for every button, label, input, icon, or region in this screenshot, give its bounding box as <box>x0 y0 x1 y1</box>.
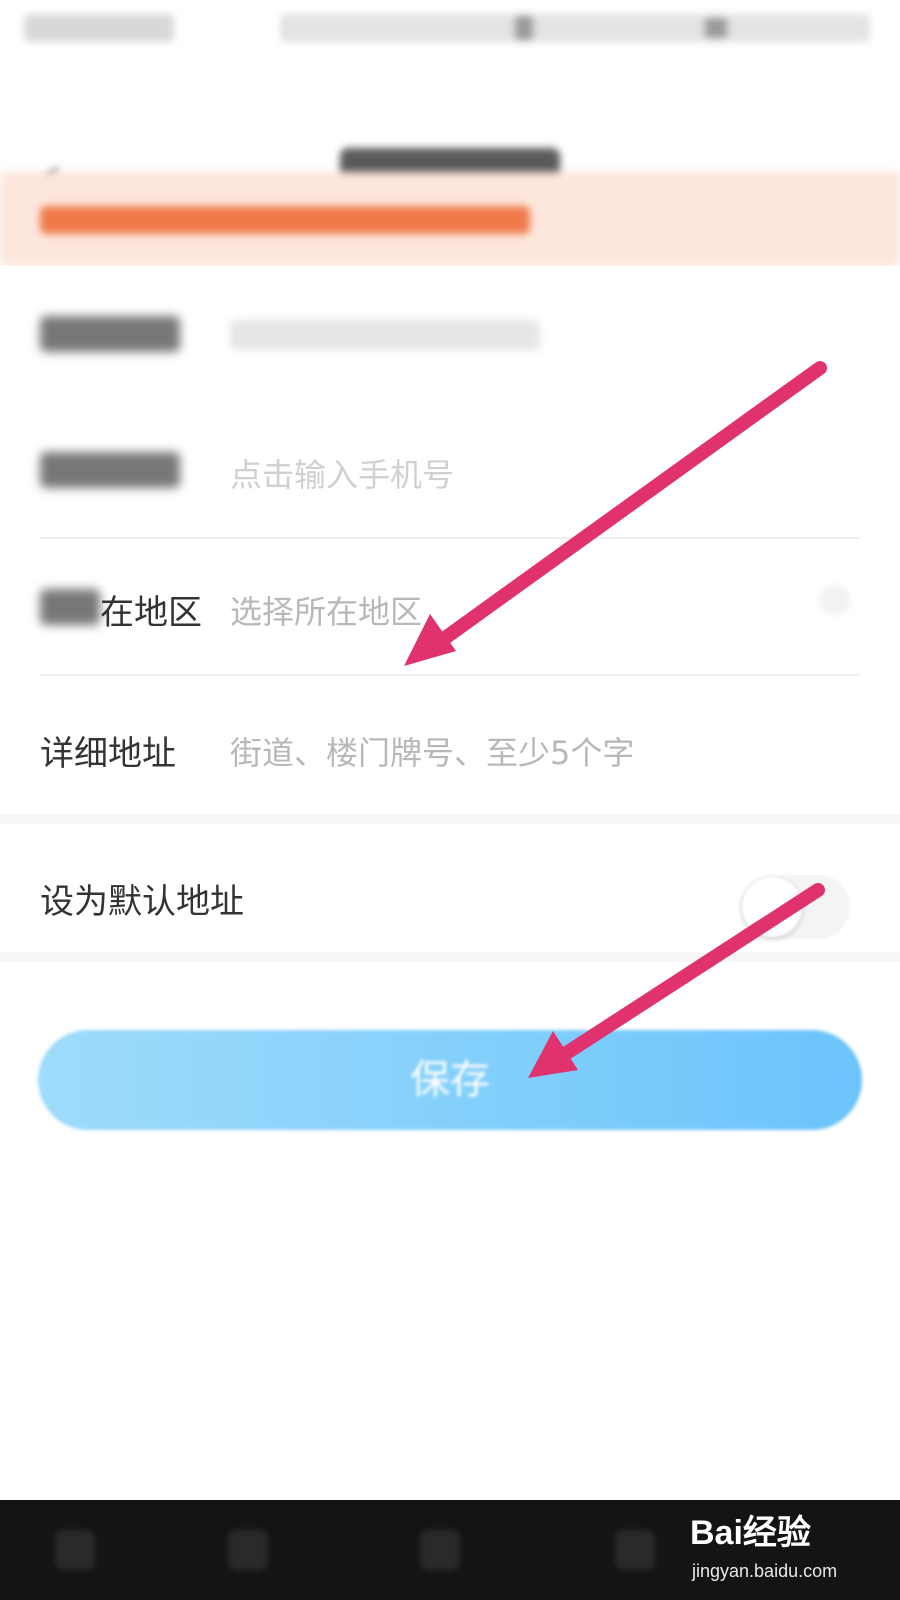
carrier-label <box>24 14 174 42</box>
notice-text <box>40 206 530 234</box>
section-gap <box>0 814 900 824</box>
nav-home-icon[interactable] <box>420 1530 460 1570</box>
default-address-label: 设为默认地址 <box>40 882 244 922</box>
watermark-domain: jingyan.baidu.com <box>692 1561 838 1581</box>
recipient-label <box>40 316 180 352</box>
watermark: Bai经验 jingyan.baidu.com <box>690 1505 890 1595</box>
phone-row[interactable]: 点击输入手机号 <box>0 402 900 538</box>
save-button[interactable]: 保存 <box>38 1030 862 1130</box>
nav-back-icon[interactable] <box>228 1530 268 1570</box>
address-row[interactable]: 详细地址 街道、楼门牌号、至少5个字 <box>0 676 900 814</box>
address-input[interactable]: 街道、楼门牌号、至少5个字 <box>230 728 634 774</box>
default-address-toggle[interactable] <box>740 875 850 939</box>
recipient-row[interactable] <box>0 266 900 402</box>
nav-recents-icon[interactable] <box>615 1530 655 1570</box>
region-label: 在地区 <box>100 593 202 633</box>
watermark-logo: Bai经验 <box>690 1514 811 1552</box>
address-label: 详细地址 <box>40 734 176 774</box>
signal-icon <box>515 16 533 40</box>
chevron-right-icon <box>820 585 850 615</box>
recipient-input[interactable] <box>230 320 540 350</box>
phone-input[interactable]: 点击输入手机号 <box>230 450 454 496</box>
region-row[interactable]: 在地区 选择所在地区 <box>0 539 900 675</box>
nav-bar: ‹ <box>0 60 900 208</box>
phone-label <box>40 452 180 488</box>
notice-banner <box>0 172 900 266</box>
status-bar <box>0 0 900 60</box>
region-label-blurred <box>40 589 100 625</box>
section-gap <box>0 952 900 962</box>
nav-menu-icon[interactable] <box>55 1530 95 1570</box>
toggle-knob <box>742 877 802 937</box>
battery-icon <box>705 18 727 38</box>
region-input[interactable]: 选择所在地区 <box>230 587 422 633</box>
status-icons <box>280 14 870 42</box>
